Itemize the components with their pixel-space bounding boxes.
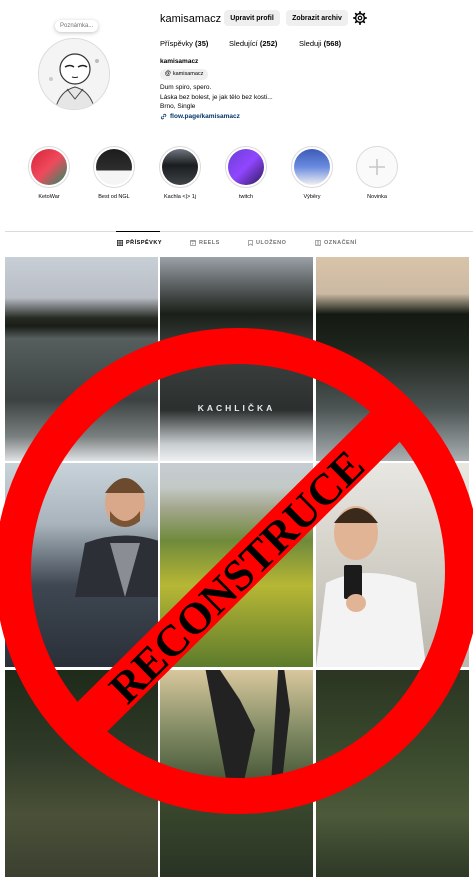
tab-label: PŘÍSPĚVKY bbox=[126, 240, 162, 246]
reels-icon bbox=[190, 240, 196, 246]
highlight-twitch[interactable]: twitch bbox=[224, 146, 268, 200]
tab-label: REELS bbox=[199, 240, 220, 246]
bio-name: kamisamacz bbox=[160, 58, 199, 65]
highlight-best-od-ngl[interactable]: Best od NGL bbox=[92, 146, 136, 200]
highlight-label: Novinka bbox=[367, 194, 387, 200]
tab-posts[interactable]: PŘÍSPĚVKY bbox=[117, 240, 162, 246]
highlight-label: Kachla <|> 1j bbox=[163, 194, 196, 200]
active-tab-indicator bbox=[116, 231, 160, 232]
post-thumbnail[interactable] bbox=[160, 463, 313, 667]
highlight-new[interactable]: Novinka bbox=[355, 146, 399, 200]
highlight-vybery[interactable]: Výběry bbox=[290, 146, 334, 200]
bio-link-text: flow.page/kamisamacz bbox=[170, 112, 240, 120]
bookmark-icon bbox=[248, 240, 253, 246]
threads-badge[interactable]: @ kamisamacz bbox=[160, 68, 209, 80]
profile-bio: kamisamacz @ kamisamacz Dum spiro, spero… bbox=[160, 57, 273, 121]
post-thumbnail[interactable] bbox=[316, 670, 469, 877]
posts-grid: KACHLIČKA bbox=[5, 257, 471, 877]
threads-handle: kamisamacz bbox=[172, 70, 204, 77]
highlight-kachla[interactable]: Kachla <|> 1j bbox=[158, 146, 202, 200]
avatar-illustration bbox=[39, 39, 109, 109]
tagged-icon bbox=[315, 240, 321, 246]
plus-icon bbox=[359, 149, 395, 185]
kachla-thumb bbox=[162, 149, 198, 185]
post-thumbnail[interactable] bbox=[5, 670, 158, 877]
post-caption-text: KACHLIČKA bbox=[197, 403, 276, 413]
link-icon bbox=[160, 113, 167, 120]
highlight-label: twitch bbox=[238, 194, 254, 200]
highlight-label: Výběry bbox=[303, 194, 321, 200]
man-in-suit-photo bbox=[75, 478, 158, 597]
ngl-thumb bbox=[96, 149, 132, 185]
bio-line: Brno, Single bbox=[160, 103, 196, 110]
profile-username: kamisamacz bbox=[160, 13, 222, 25]
bio-link[interactable]: flow.page/kamisamacz bbox=[160, 112, 273, 122]
grid-icon bbox=[117, 240, 123, 246]
highlight-label: Best od NGL bbox=[98, 194, 130, 200]
tab-label: ULOŽENO bbox=[256, 240, 287, 246]
bio-line: Dum spiro, spero. bbox=[160, 84, 212, 91]
bio-line: Láska bez bolest, je jak tělo bez kosti.… bbox=[160, 93, 273, 101]
edit-profile-button[interactable]: Upravit profil bbox=[224, 10, 280, 26]
post-thumbnail[interactable] bbox=[160, 670, 313, 877]
note-bubble[interactable]: Poznámka... bbox=[55, 20, 99, 32]
threads-icon: @ bbox=[165, 70, 171, 77]
post-thumbnail[interactable] bbox=[5, 257, 158, 461]
tab-label: OZNAČENÍ bbox=[324, 240, 357, 246]
view-archive-button[interactable]: Zobrazit archiv bbox=[286, 10, 348, 26]
twitch-thumb bbox=[228, 149, 264, 185]
dance-photo bbox=[205, 670, 290, 810]
settings-gear-icon[interactable] bbox=[353, 11, 367, 25]
tab-reels[interactable]: REELS bbox=[190, 240, 220, 246]
post-thumbnail[interactable] bbox=[316, 257, 469, 461]
selfie-photo bbox=[316, 506, 426, 667]
tab-tagged[interactable]: OZNAČENÍ bbox=[315, 240, 357, 246]
vybery-thumb bbox=[294, 149, 330, 185]
tabs-divider bbox=[5, 231, 473, 232]
profile-avatar[interactable] bbox=[38, 38, 110, 110]
post-thumbnail[interactable]: KACHLIČKA bbox=[160, 257, 313, 461]
post-thumbnail[interactable] bbox=[316, 463, 469, 667]
highlight-ketowar[interactable]: KetoWar bbox=[27, 146, 71, 200]
followers-stat[interactable]: Sledující (252) bbox=[229, 39, 277, 48]
following-stat[interactable]: Sleduji (568) bbox=[299, 39, 341, 48]
highlight-label: KetoWar bbox=[38, 194, 60, 200]
tab-saved[interactable]: ULOŽENO bbox=[248, 240, 286, 246]
post-thumbnail[interactable] bbox=[5, 463, 158, 667]
posts-stat[interactable]: Příspěvky (35) bbox=[160, 39, 208, 48]
ketowar-thumb bbox=[31, 149, 67, 185]
